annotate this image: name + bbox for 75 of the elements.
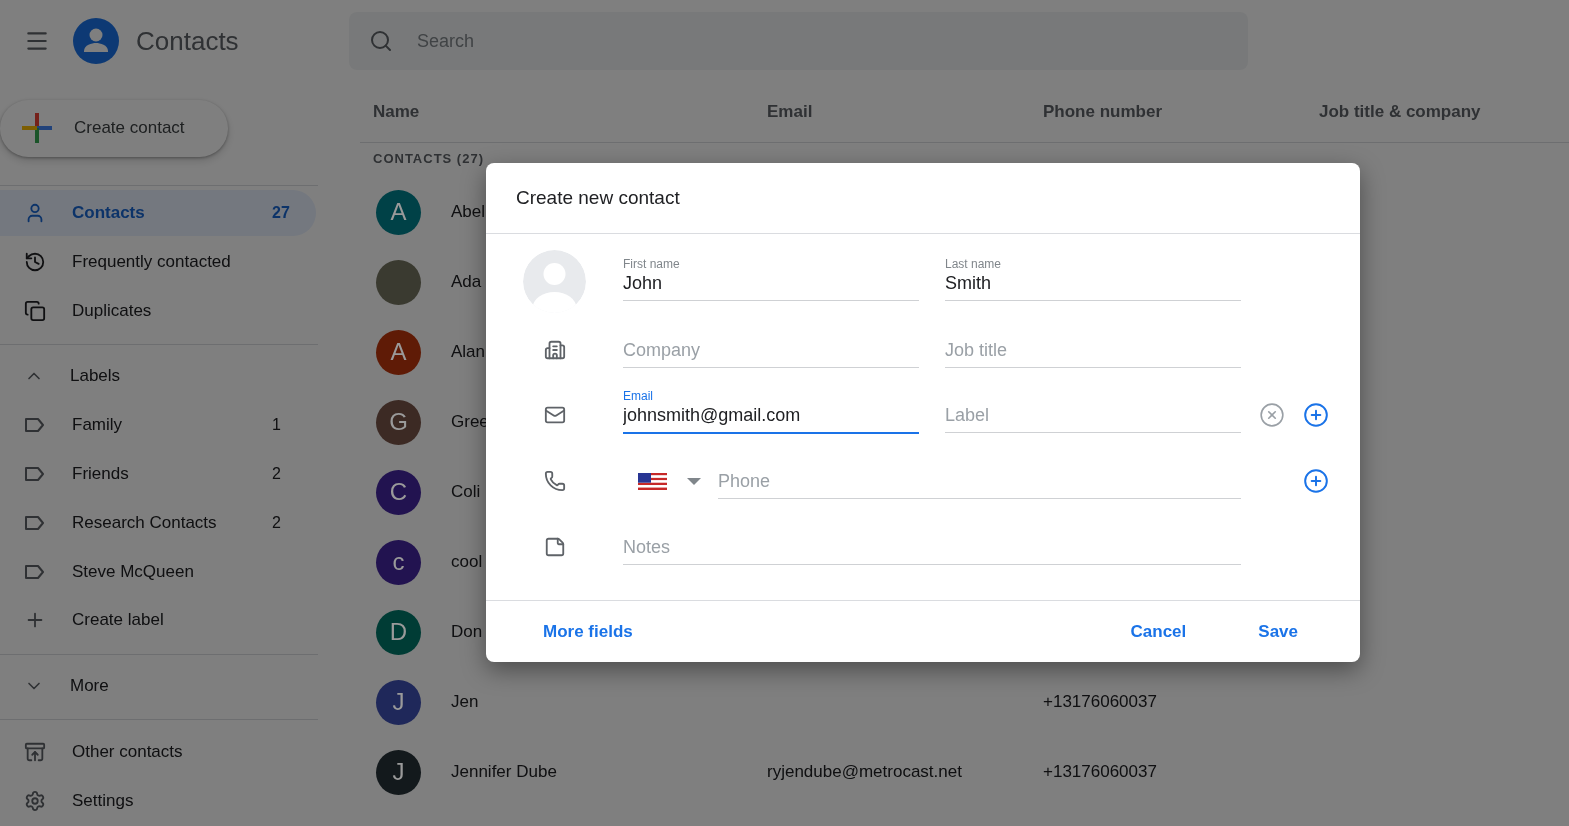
avatar: G: [376, 399, 421, 445]
field-label: Email: [623, 389, 654, 403]
note-icon: [543, 536, 566, 558]
more-fields-button[interactable]: More fields: [531, 613, 645, 650]
field-label: Last name: [945, 257, 1003, 271]
label-tag-icon: [24, 465, 46, 482]
email-field[interactable]: johnsmith@gmail.com: [623, 403, 919, 434]
labels-toggle[interactable]: Labels: [0, 352, 316, 400]
column-header[interactable]: Job title & company: [1319, 102, 1569, 122]
field-label: First name: [623, 257, 681, 271]
email-label-field[interactable]: Label: [945, 403, 1241, 433]
nav-icon: [24, 299, 46, 322]
plus-icon: [22, 113, 52, 144]
create-label-item[interactable]: Create label: [0, 596, 316, 644]
nav-item[interactable]: Settings: [0, 777, 316, 825]
app-title: Contacts: [136, 25, 239, 57]
flag-icon: [638, 472, 667, 490]
avatar: J: [376, 679, 421, 725]
contacts-logo-icon: [73, 18, 119, 64]
settings-icon: [24, 789, 46, 812]
add-icon[interactable]: [1303, 468, 1329, 494]
clear-icon[interactable]: [1259, 402, 1285, 428]
contact-name: Ada: [451, 272, 482, 292]
last-name-field[interactable]: Smith: [945, 271, 1241, 301]
column-header[interactable]: Name: [373, 102, 767, 122]
phone-cell: +13176060037: [1043, 762, 1157, 781]
label-item[interactable]: Friends 2: [0, 450, 316, 498]
label-tag-icon: [24, 417, 46, 434]
contact-name: Don: [451, 622, 483, 642]
label-item[interactable]: Family 1: [0, 401, 316, 449]
avatar: D: [376, 609, 421, 655]
job-title-field[interactable]: Job title: [945, 338, 1241, 368]
add-icon[interactable]: [1303, 402, 1329, 428]
column-header[interactable]: Phone number: [1043, 102, 1319, 122]
save-button[interactable]: Save: [1246, 613, 1310, 650]
company-field[interactable]: Company: [623, 338, 919, 368]
contact-name: Abel: [451, 202, 486, 222]
contact-name: Jennifer Dube: [451, 762, 557, 782]
avatar: A: [376, 329, 421, 375]
more-toggle[interactable]: More: [0, 662, 316, 710]
avatar: A: [376, 189, 421, 235]
avatar: C: [376, 469, 421, 515]
nav-item[interactable]: Duplicates: [0, 287, 316, 334]
phone-field[interactable]: Phone: [718, 469, 1241, 499]
cancel-button[interactable]: Cancel: [1118, 613, 1199, 650]
nav-item[interactable]: Contacts 27: [0, 189, 316, 237]
column-header[interactable]: Email: [767, 102, 1043, 122]
caret-icon: [687, 477, 701, 485]
contact-name: Alan: [451, 342, 486, 362]
label-item[interactable]: Steve McQueen: [0, 548, 316, 595]
contact-name: cool: [451, 552, 483, 572]
label-tag-icon: [24, 563, 46, 580]
dialog-title: Create new contact: [516, 187, 680, 209]
section-heading: CONTACTS (27): [373, 150, 485, 168]
phone-cell: +13176060037: [1043, 692, 1157, 711]
building-icon: [543, 339, 566, 361]
search-input[interactable]: Search: [415, 29, 1248, 53]
create-contact-button[interactable]: Create contact: [0, 100, 228, 157]
notes-field[interactable]: Notes: [623, 535, 1241, 565]
label-item[interactable]: Research Contacts 2: [0, 499, 316, 547]
email-cell: ryjendube@metrocast.net: [767, 762, 962, 781]
first-name-field[interactable]: John: [623, 271, 919, 301]
nav-item[interactable]: Frequently contacted: [0, 238, 316, 286]
avatar: c: [376, 539, 421, 585]
avatar: J: [376, 749, 421, 795]
mail-icon: [543, 404, 566, 426]
search-field[interactable]: Search: [349, 12, 1248, 70]
search-icon: [369, 29, 393, 53]
contact-name: Jen: [451, 692, 479, 712]
phone-icon: [543, 470, 566, 492]
label-tag-icon: [24, 514, 46, 531]
contact-name: Coli: [451, 482, 481, 502]
nav-icon: [24, 250, 46, 273]
nav-item[interactable]: Other contacts: [0, 728, 316, 776]
archive-icon: [24, 740, 46, 763]
